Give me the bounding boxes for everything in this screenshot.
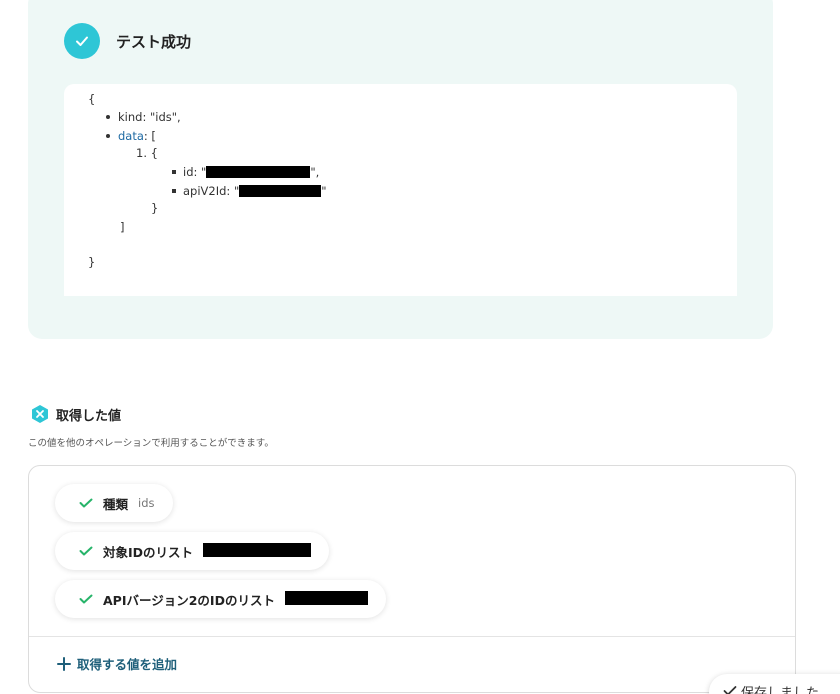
obtained-values-card: 種類 ids 対象IDのリスト APIバージョン2のIDのリスト 取得する値を追… — [28, 465, 796, 693]
obtained-values-header: 取得した値 — [30, 404, 121, 424]
json-close-brace: } — [88, 255, 96, 269]
json-apiv2-line: apiV2Id: " " — [172, 184, 327, 198]
obtained-values-title: 取得した値 — [56, 408, 122, 424]
json-array-close: ] — [120, 220, 125, 234]
obtained-values-description: この値を他のオペレーションで利用することができます。 — [28, 438, 274, 449]
redacted-block — [239, 184, 322, 197]
value-chip-api-v2-ids[interactable]: APIバージョン2のIDのリスト — [55, 580, 386, 618]
test-result-panel: テスト成功 { kind: "ids", data: [ 1. { id: " "… — [28, 0, 773, 339]
value-chip-label: 種類 — [103, 496, 129, 512]
json-item-close: } — [151, 201, 159, 215]
checkmark-icon — [723, 686, 737, 694]
bullet-icon — [106, 114, 110, 119]
json-item-open: 1. { — [136, 146, 158, 160]
bullet-icon — [106, 133, 110, 138]
json-open-brace: { — [88, 92, 96, 106]
value-chip-target-ids[interactable]: 対象IDのリスト — [55, 532, 330, 570]
value-chip-label: APIバージョン2のIDのリスト — [103, 592, 275, 608]
add-value-label: 取得する値を追加 — [77, 657, 178, 672]
checkmark-icon — [79, 546, 93, 556]
value-chip-value: ids — [138, 496, 155, 510]
saved-status-toast: 保存しました — [709, 674, 840, 694]
bullet-icon — [172, 169, 176, 174]
value-chip-label: 対象IDのリスト — [103, 544, 194, 560]
json-data-key[interactable]: data — [118, 129, 144, 143]
value-chip-kind[interactable]: 種類 ids — [55, 484, 173, 522]
json-kind-line: kind: "ids", — [106, 110, 181, 124]
redacted-block — [203, 543, 312, 557]
test-success-title: テスト成功 — [116, 32, 192, 51]
test-success-header: テスト成功 — [64, 23, 191, 59]
checkmark-icon — [79, 498, 93, 508]
add-value-button[interactable]: 取得する値を追加 — [57, 654, 177, 673]
bullet-icon — [172, 188, 176, 193]
redacted-block — [284, 591, 368, 605]
variable-hex-icon — [32, 405, 48, 423]
plus-icon — [57, 656, 71, 671]
divider — [29, 636, 795, 637]
json-output: { kind: "ids", data: [ 1. { id: " ", apiV… — [64, 84, 737, 296]
json-id-line: id: " ", — [172, 165, 319, 179]
redacted-block — [206, 165, 311, 178]
json-data-line: data: [ — [106, 129, 156, 143]
saved-status-label: 保存しました — [741, 686, 820, 694]
checkmark-icon — [79, 594, 93, 604]
check-circle-icon — [64, 23, 100, 59]
